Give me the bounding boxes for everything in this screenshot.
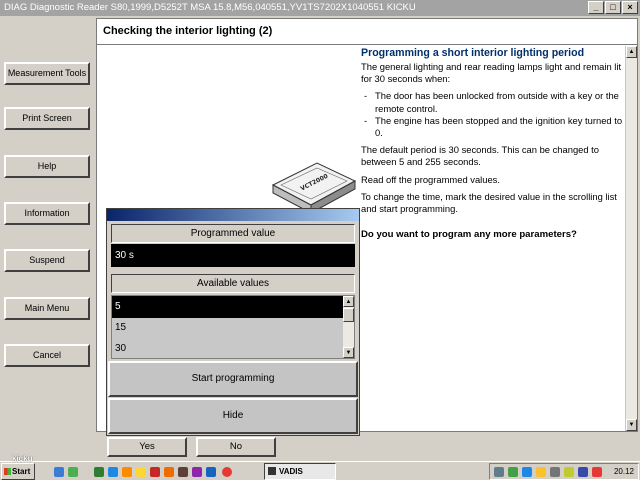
content-scrollbar[interactable]: ▲ ▼ <box>625 46 637 431</box>
taskbar-vadis-button[interactable]: VADIS <box>264 463 336 480</box>
measurement-tools-button[interactable]: Measurement Tools <box>4 62 90 85</box>
windows-logo-icon <box>4 468 11 475</box>
tray-app-icon[interactable] <box>592 467 602 477</box>
tray-volume-icon[interactable] <box>550 467 560 477</box>
dash-icon: - <box>364 90 368 102</box>
condition-text: The engine has been stopped and the igni… <box>375 114 623 139</box>
start-button[interactable]: Start <box>1 463 35 480</box>
scroll-up-icon[interactable]: ▲ <box>626 46 637 58</box>
available-values-label: Available values <box>111 274 355 293</box>
tray-app-icon[interactable] <box>522 467 532 477</box>
dash-icon: - <box>364 114 368 126</box>
watermark-text: kicku <box>12 454 33 463</box>
task-label: VADIS <box>279 467 303 476</box>
list-item[interactable]: 5 <box>112 296 346 318</box>
quicklaunch-app-icon[interactable] <box>122 467 132 477</box>
yes-button[interactable]: Yes <box>107 437 187 457</box>
information-button[interactable]: Information <box>4 202 90 225</box>
start-programming-button[interactable]: Start programming <box>108 361 358 397</box>
quicklaunch-app-icon[interactable] <box>206 467 216 477</box>
intro-text: The general lighting and rear reading la… <box>361 61 622 85</box>
read-off-text: Read off the programmed values. <box>361 173 500 185</box>
start-label: Start <box>12 467 31 476</box>
cancel-button[interactable]: Cancel <box>4 344 90 367</box>
suspend-button[interactable]: Suspend <box>4 249 90 272</box>
tray-network-icon[interactable] <box>494 467 504 477</box>
window-title-bar: DIAG Diagnostic Reader S80,1999,D5252T M… <box>0 0 640 16</box>
vadis-icon <box>268 467 276 475</box>
programmed-value-field: 30 s <box>111 244 355 267</box>
help-button[interactable]: Help <box>4 155 90 178</box>
dialog-title-bar <box>107 209 359 221</box>
condition-item: - The door has been unlocked from outside… <box>361 90 623 114</box>
programming-dialog: Programmed value 30 s Available values 5… <box>106 208 360 436</box>
maximize-button[interactable]: □ <box>605 1 621 14</box>
quicklaunch-app-icon[interactable] <box>164 467 174 477</box>
quicklaunch-app-icon[interactable] <box>150 467 160 477</box>
condition-item: - The engine has been stopped and the ign… <box>361 115 623 139</box>
list-scrollbar[interactable]: ▲ ▼ <box>343 296 354 358</box>
main-menu-button[interactable]: Main Menu <box>4 297 90 320</box>
change-time-text: To change the time, mark the desired val… <box>361 190 617 215</box>
no-button[interactable]: No <box>196 437 276 457</box>
quicklaunch-chrome-icon[interactable] <box>222 467 232 477</box>
quicklaunch-app-icon[interactable] <box>192 467 202 477</box>
system-tray: 20.12 <box>489 463 639 480</box>
list-scroll-down-icon[interactable]: ▼ <box>343 347 354 358</box>
tray-app-icon[interactable] <box>578 467 588 477</box>
clock: 20.12 <box>613 467 634 476</box>
question-text: Do you want to program any more paramete… <box>361 229 577 241</box>
quicklaunch-explorer-icon[interactable] <box>54 467 64 477</box>
list-scroll-thumb[interactable] <box>343 308 354 322</box>
quicklaunch-app-icon[interactable] <box>136 467 146 477</box>
condition-list: - The door has been unlocked from outside… <box>361 90 623 139</box>
quicklaunch-app-icon[interactable] <box>94 467 104 477</box>
minimize-button[interactable]: _ <box>588 1 604 14</box>
tray-app-icon[interactable] <box>564 467 574 477</box>
instruction-heading: Programming a short interior lighting pe… <box>361 47 585 59</box>
programmed-value-label: Programmed value <box>111 224 355 243</box>
list-scroll-up-icon[interactable]: ▲ <box>343 296 354 307</box>
available-values-list[interactable]: 5 15 30 ▲ ▼ <box>111 295 355 359</box>
page-title: Checking the interior lighting (2) <box>97 19 637 45</box>
tray-app-icon[interactable] <box>508 467 518 477</box>
window-title: DIAG Diagnostic Reader S80,1999,D5252T M… <box>4 2 416 13</box>
tray-app-icon[interactable] <box>536 467 546 477</box>
close-button[interactable]: × <box>622 1 638 14</box>
condition-text: The door has been unlocked from outside … <box>375 90 619 114</box>
default-period-text: The default period is 30 seconds. This c… <box>361 144 600 168</box>
list-item[interactable]: 30 <box>112 338 346 358</box>
list-item[interactable]: 15 <box>112 317 346 339</box>
instruction-text: Programming a short interior lighting pe… <box>361 47 623 241</box>
print-screen-button[interactable]: Print Screen <box>4 107 90 130</box>
window-controls: _ □ × <box>588 1 638 14</box>
quicklaunch-app-icon[interactable] <box>178 467 188 477</box>
quicklaunch-browser-icon[interactable] <box>108 467 118 477</box>
hide-button[interactable]: Hide <box>108 398 358 434</box>
quicklaunch-app-icon[interactable] <box>68 467 78 477</box>
scroll-down-icon[interactable]: ▼ <box>626 419 637 431</box>
taskbar: Start VADIS 20.12 <box>0 461 640 480</box>
